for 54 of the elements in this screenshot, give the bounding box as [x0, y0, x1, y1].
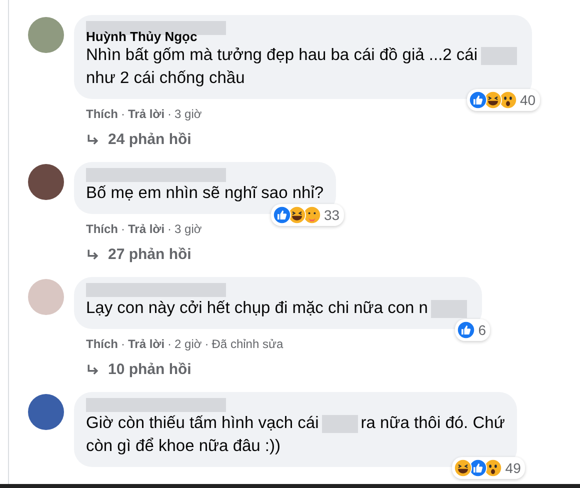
reaction-summary[interactable]: 6 [455, 319, 490, 341]
meta-text: Đã chỉnh sửa [212, 337, 284, 351]
action-link[interactable]: Trả lời [128, 337, 165, 351]
reaction-count: 33 [324, 207, 340, 223]
replies-link[interactable]: 24 phản hồi [74, 121, 192, 148]
separator-dot: · [168, 337, 172, 351]
action-link[interactable]: Thích [86, 337, 118, 351]
comment-text: Giờ còn thiếu tấm hình vạch cái [86, 414, 319, 432]
avatar[interactable] [28, 394, 64, 430]
action-link[interactable]: Thích [86, 107, 118, 121]
emoji-face-icon [498, 91, 517, 109]
reaction-count: 49 [505, 460, 521, 476]
author-name[interactable]: Huỳnh Thủy Ngọc [86, 30, 520, 44]
emoji-face-icon [484, 91, 502, 109]
thumbs-up-icon [273, 206, 291, 224]
meta-text: 3 giờ [174, 222, 202, 236]
separator-dot: · [168, 107, 172, 121]
avatar[interactable] [28, 164, 64, 200]
separator-dot: · [121, 337, 125, 351]
replies-link[interactable]: 10 phản hồi [74, 351, 192, 378]
comment-text: như 2 cái chống chầu [86, 69, 245, 87]
reaction-count: 6 [478, 322, 486, 338]
reply-arrow-icon [86, 132, 100, 146]
separator-dot: · [121, 107, 125, 121]
emoji-face-icon [288, 206, 306, 224]
separator-dot: · [168, 222, 172, 236]
reply-arrow-icon [86, 362, 100, 376]
thumbs-up-icon [468, 91, 487, 109]
replies-link[interactable]: 27 phản hồi [74, 236, 192, 263]
blurred-area [322, 414, 358, 433]
action-link[interactable]: Trả lời [128, 107, 165, 121]
comment-text: ra nữa thôi đó. Chứ [360, 414, 505, 432]
emoji-face-icon [484, 459, 502, 477]
reply-arrow-icon [86, 248, 100, 262]
action-link[interactable]: Thích [86, 222, 118, 236]
thumbs-up-icon [457, 321, 476, 339]
emoji-face-icon [303, 206, 321, 224]
reaction-count: 40 [520, 92, 536, 108]
meta-text: 3 giờ [174, 107, 202, 121]
comment-text: Bố mẹ em nhìn sẽ nghĩ sao nhỉ? [86, 184, 324, 202]
comment-text: Nhìn bất gốm mà tưởng đẹp hau ba cái đồ giả ...2 cái [86, 46, 478, 64]
separator-dot: · [121, 222, 125, 236]
reaction-summary[interactable]: 40 [466, 89, 540, 111]
action-link[interactable]: Trả lời [128, 222, 165, 236]
reaction-summary[interactable]: 49 [452, 457, 525, 479]
comment-text: Lạy con này cởi hết chụp đi mặc chi nữa con n [86, 299, 428, 317]
emoji-face-icon [454, 459, 472, 477]
comment-text: còn gì để khoe nữa đâu :)) [86, 437, 281, 455]
meta-text: 2 giờ [174, 337, 202, 351]
thumbs-up-icon [469, 459, 488, 477]
separator-dot: · [204, 337, 209, 351]
reaction-summary[interactable]: 33 [271, 204, 344, 226]
blurred-area [430, 300, 467, 318]
blurred-area [480, 46, 517, 65]
